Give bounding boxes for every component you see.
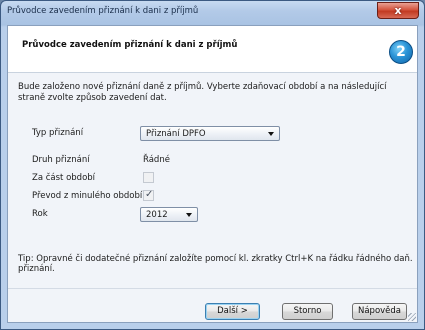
next-button[interactable]: Další > — [205, 303, 260, 320]
prevod-label: Převod z minulého období — [32, 191, 143, 201]
wizard-logo-icon: 2 — [389, 40, 413, 64]
chevron-down-icon — [186, 213, 192, 217]
resize-grip[interactable] — [408, 313, 416, 321]
typ-priznani-label: Typ přiznání — [32, 128, 84, 138]
druh-priznani-value: Řádné — [143, 155, 170, 165]
row-typ-priznani: Typ přiznání Přiznání DPFO — [8, 125, 417, 143]
wizard-client-area: Průvodce zavedením přiznání k dani z pří… — [7, 25, 418, 323]
footer-divider — [8, 288, 417, 289]
close-button[interactable]: x — [377, 2, 419, 19]
wizard-header: Průvodce zavedením přiznání k dani z pří… — [8, 26, 417, 73]
row-rok: Rok 2012 — [8, 206, 417, 224]
rok-value: 2012 — [146, 210, 168, 220]
title-bar[interactable]: Průvodce zavedením přiznání k dani z pří… — [1, 1, 424, 23]
intro-text: Bude založeno nové přiznání daně z příjm… — [18, 82, 387, 103]
chevron-down-icon — [268, 132, 274, 136]
row-druh-priznani: Druh přiznání Řádné — [8, 152, 417, 170]
cancel-button[interactable]: Storno — [282, 303, 333, 320]
help-button[interactable]: Nápověda — [352, 303, 407, 320]
typ-priznani-value: Přiznání DPFO — [146, 129, 206, 139]
window-title: Průvodce zavedením přiznání k dani z pří… — [7, 6, 199, 16]
tip-text: Tip: Opravné či dodatečné přiznání založ… — [18, 254, 413, 274]
rok-label: Rok — [32, 209, 48, 219]
rok-select[interactable]: 2012 — [140, 207, 198, 222]
row-prevod: Převod z minulého období ✓ — [8, 188, 417, 206]
wizard-window: Průvodce zavedením přiznání k dani z pří… — [0, 0, 425, 330]
checkmark-icon: ✓ — [145, 189, 154, 200]
close-icon: x — [394, 4, 402, 17]
za-cast-obdobi-label: Za část období — [32, 173, 96, 183]
row-za-cast-obdobi: Za část období — [8, 170, 417, 188]
druh-priznani-label: Druh přiznání — [32, 155, 90, 165]
za-cast-obdobi-checkbox[interactable] — [143, 172, 154, 183]
typ-priznani-select[interactable]: Přiznání DPFO — [140, 126, 280, 141]
logo-glyph: 2 — [396, 44, 406, 60]
prevod-checkbox[interactable]: ✓ — [143, 189, 154, 201]
page-title: Průvodce zavedením přiznání k dani z pří… — [22, 40, 238, 50]
